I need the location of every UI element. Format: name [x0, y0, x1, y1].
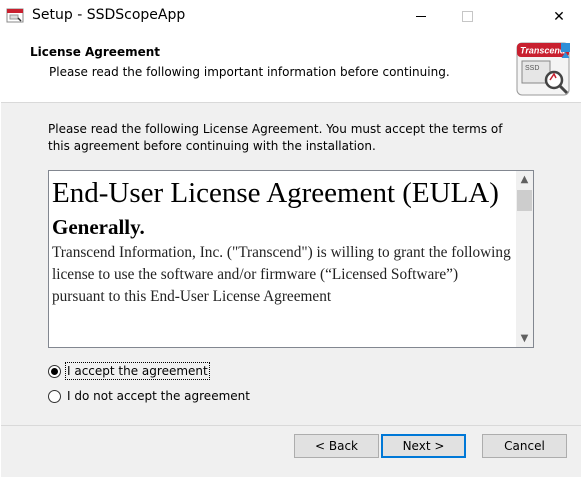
accept-radio[interactable] — [48, 364, 61, 378]
eula-heading: End-User License Agreement (EULA) — [52, 177, 499, 209]
logo-text: Transcend — [520, 46, 566, 56]
minimize-button[interactable] — [398, 0, 444, 33]
back-button[interactable]: < Back — [294, 434, 379, 458]
maximize-button[interactable] — [444, 0, 490, 33]
logo-sub-text: SSD — [525, 65, 539, 72]
chevron-up-icon: ▲ — [520, 174, 529, 185]
minimize-icon — [416, 16, 426, 17]
page-subtitle: Please read the following important info… — [49, 65, 450, 79]
wizard-body: Please read the following License Agreem… — [1, 103, 581, 425]
accept-radio-label[interactable]: I accept the agreement — [65, 362, 210, 380]
title-bar: Setup - SSDScopeApp ✕ — [0, 0, 582, 33]
accept-radio-option[interactable]: I accept the agreement — [48, 362, 210, 380]
transcend-ssd-logo-icon: Transcend SSD — [516, 42, 570, 96]
wizard-header: License Agreement Please read the follow… — [1, 33, 581, 103]
wizard-footer: < Back Next > Cancel — [1, 425, 581, 477]
scroll-up-button[interactable]: ▲ — [516, 171, 533, 188]
license-text-area[interactable]: End-User License Agreement (EULA) Genera… — [48, 170, 534, 348]
eula-content: End-User License Agreement (EULA) Genera… — [52, 171, 512, 308]
scroll-thumb[interactable] — [517, 190, 532, 211]
decline-radio-label[interactable]: I do not accept the agreement — [67, 389, 250, 403]
vertical-scrollbar[interactable]: ▲ ▼ — [516, 171, 533, 347]
next-button[interactable]: Next > — [381, 434, 466, 458]
maximize-icon — [461, 11, 473, 22]
page-title: License Agreement — [30, 45, 161, 59]
eula-subheading: Generally. — [52, 215, 145, 239]
window-title: Setup - SSDScopeApp — [32, 7, 186, 23]
decline-radio[interactable] — [48, 389, 61, 403]
close-icon: ✕ — [553, 8, 565, 25]
cancel-button[interactable]: Cancel — [482, 434, 567, 458]
close-button[interactable]: ✕ — [536, 0, 582, 33]
decline-radio-option[interactable]: I do not accept the agreement — [48, 389, 250, 403]
license-instructions: Please read the following License Agreem… — [48, 122, 503, 153]
eula-paragraph: Transcend Information, Inc. ("Transcend"… — [52, 244, 511, 305]
setup-app-icon — [6, 8, 24, 23]
scroll-down-button[interactable]: ▼ — [516, 330, 533, 347]
chevron-down-icon: ▼ — [520, 333, 529, 344]
